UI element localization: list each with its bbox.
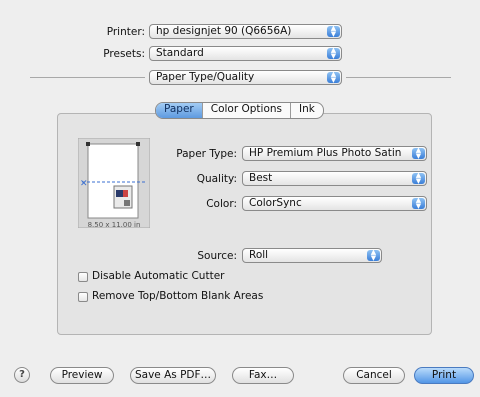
page-size-caption: 8.50 x 11.00 in: [87, 221, 141, 229]
disable-cutter-label: Disable Automatic Cutter: [92, 270, 225, 282]
tab-ink[interactable]: Ink: [290, 103, 323, 118]
updown-arrows-icon: ▲ ▼: [327, 25, 340, 37]
source-value: Roll: [249, 249, 269, 261]
presets-label: Presets:: [103, 48, 145, 60]
updown-arrows-icon: ▲ ▼: [327, 71, 340, 83]
page-preview-icon: ✕: [78, 138, 150, 228]
remove-blank-areas-checkbox[interactable]: [78, 292, 88, 302]
quality-label: Quality:: [196, 173, 237, 185]
cancel-button[interactable]: Cancel: [343, 367, 405, 384]
tab-color-options[interactable]: Color Options: [201, 103, 290, 118]
section-value: Paper Type/Quality: [156, 71, 255, 83]
save-as-pdf-button[interactable]: Save As PDF…: [130, 367, 216, 384]
quality-value: Best: [249, 172, 273, 184]
updown-arrows-icon: ▲ ▼: [412, 147, 425, 159]
help-button[interactable]: ?: [14, 367, 30, 383]
remove-blank-areas-label: Remove Top/Bottom Blank Areas: [92, 290, 264, 302]
updown-arrows-icon: ▲ ▼: [367, 249, 380, 261]
question-mark-icon: ?: [19, 369, 25, 380]
presets-popup[interactable]: Standard ▲ ▼: [149, 46, 342, 61]
fax-button[interactable]: Fax…: [232, 367, 294, 384]
updown-arrows-icon: ▲ ▼: [412, 197, 425, 209]
print-button[interactable]: Print: [414, 367, 474, 384]
paper-type-label: Paper Type:: [176, 148, 237, 160]
quality-popup[interactable]: Best ▲ ▼: [242, 171, 427, 186]
separator-left: [30, 77, 145, 78]
updown-arrows-icon: ▲ ▼: [412, 172, 425, 184]
svg-text:✕: ✕: [80, 179, 88, 189]
printer-label: Printer:: [106, 26, 145, 38]
disable-cutter-checkbox[interactable]: [78, 272, 88, 282]
presets-value: Standard: [156, 47, 204, 59]
separator-right: [346, 77, 451, 78]
section-popup[interactable]: Paper Type/Quality ▲ ▼: [149, 70, 342, 85]
paper-type-popup[interactable]: HP Premium Plus Photo Satin ▲ ▼: [242, 146, 427, 161]
printer-value: hp designjet 90 (Q6656A): [156, 25, 292, 37]
updown-arrows-icon: ▲ ▼: [327, 47, 340, 59]
paper-type-value: HP Premium Plus Photo Satin: [249, 147, 402, 159]
tab-paper[interactable]: Paper: [156, 103, 202, 118]
color-value: ColorSync: [249, 197, 302, 209]
source-popup[interactable]: Roll ▲ ▼: [242, 248, 382, 263]
tab-bar: Paper Color Options Ink: [155, 102, 324, 119]
source-label: Source:: [197, 250, 237, 262]
color-popup[interactable]: ColorSync ▲ ▼: [242, 196, 427, 211]
preview-button[interactable]: Preview: [50, 367, 114, 384]
color-label: Color:: [206, 198, 237, 210]
printer-popup[interactable]: hp designjet 90 (Q6656A) ▲ ▼: [149, 24, 342, 39]
